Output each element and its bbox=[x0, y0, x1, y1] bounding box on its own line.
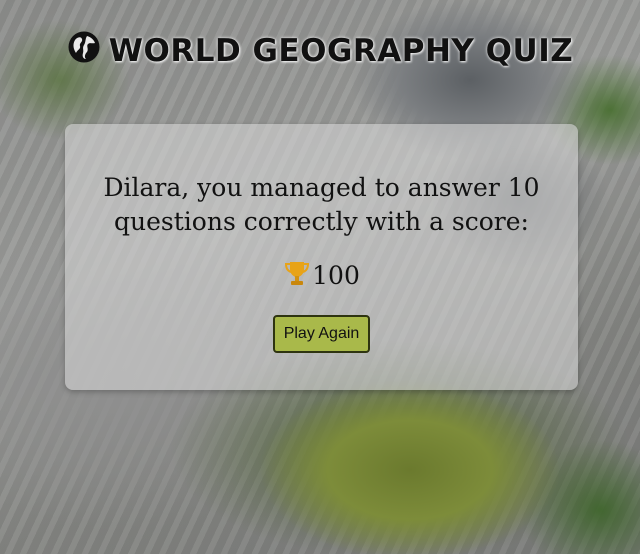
play-again-button[interactable]: Play Again bbox=[272, 315, 371, 353]
score-display: 100 bbox=[65, 259, 578, 295]
globe-icon bbox=[67, 30, 101, 72]
trophy-icon bbox=[283, 259, 311, 295]
page-title: WORLD GEOGRAPHY QUIZ bbox=[0, 30, 640, 72]
result-card: Dilara, you managed to answer 10 questio… bbox=[65, 124, 578, 390]
result-message: Dilara, you managed to answer 10 questio… bbox=[103, 173, 540, 236]
score-value: 100 bbox=[312, 261, 360, 290]
title-text: WORLD GEOGRAPHY QUIZ bbox=[108, 33, 574, 69]
